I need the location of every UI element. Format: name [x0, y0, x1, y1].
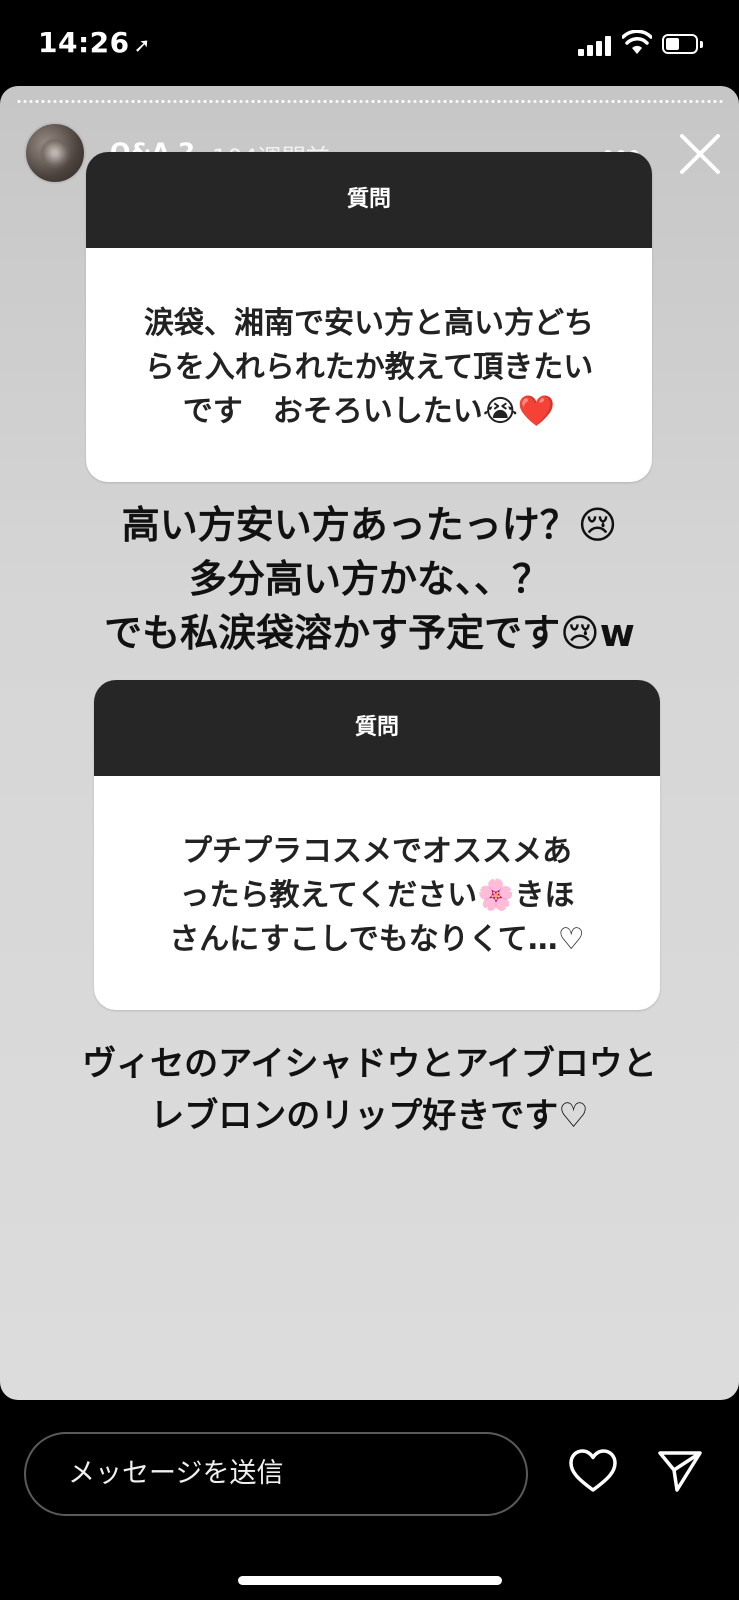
send-icon[interactable]	[656, 1448, 704, 1494]
cellular-signal-icon	[578, 34, 614, 56]
question-text: 涙袋、湘南で安い方と高い方どち らを入れられたか教えて頂きたい です おそろいし…	[144, 306, 594, 429]
status-bar: 14:26 ➚	[0, 0, 739, 86]
answer-text: 高い方安い方あったっけ？😢 多分高い方かな、、？ でも私涙袋溶かす予定です😢w	[104, 503, 635, 655]
status-time: 14:26 ➚	[38, 26, 151, 59]
message-input[interactable]: メッセージを送信	[24, 1432, 528, 1516]
question-card-header: 質問	[94, 680, 660, 776]
location-arrow-icon: ➚	[133, 33, 151, 57]
battery-icon	[662, 34, 704, 56]
answer-text: ヴィセのアイシャドウとアイブロウと レブロンのリップ好きです♡	[82, 1044, 657, 1136]
home-indicator[interactable]	[238, 1576, 502, 1585]
story-progress-bar	[16, 100, 723, 103]
question-card: 質問 涙袋、湘南で安い方と高い方どち らを入れられたか教えて頂きたい です おそ…	[86, 152, 652, 482]
story-viewer[interactable]: Q&A 2 104週間前 質問 涙袋、湘南で安い方と高い方どち らを入れられたか…	[0, 86, 739, 1400]
close-icon[interactable]	[678, 132, 722, 176]
question-card-header: 質問	[86, 152, 652, 248]
heart-icon[interactable]	[568, 1448, 618, 1494]
wifi-icon	[622, 30, 652, 54]
avatar[interactable]	[24, 122, 86, 184]
question-text: プチプラコスメでオススメあ ったら教えてください🌸きほ さんにすこしでもなりくて…	[169, 834, 585, 957]
question-card: 質問 プチプラコスメでオススメあ ったら教えてください🌸きほ さんにすこしでもな…	[94, 680, 660, 1010]
